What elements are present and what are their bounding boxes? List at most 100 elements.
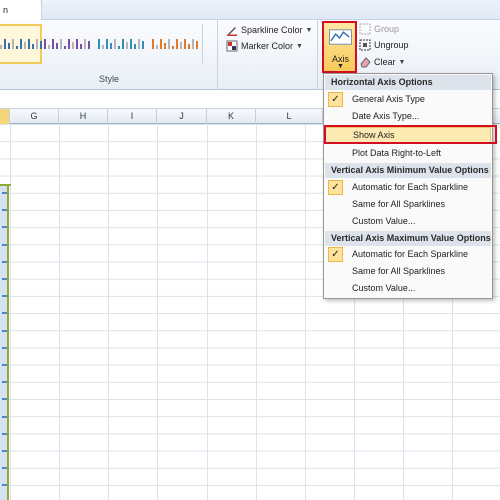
swatch-bar xyxy=(126,42,128,49)
menu-item-vmax-same[interactable]: Same for All Sparklines xyxy=(325,263,491,280)
sparkline-mark xyxy=(2,364,7,366)
menu-item-vmin-custom[interactable]: Custom Value... xyxy=(325,213,491,230)
sparkline-mark xyxy=(2,398,7,401)
menu-header-vertical-min: Vertical Axis Minimum Value Options xyxy=(325,163,491,178)
marker-color-button[interactable]: Marker Color ▼ xyxy=(226,39,303,53)
column-header-j[interactable]: J xyxy=(157,109,207,124)
menu-item-label: Plot Data Right-to-Left xyxy=(352,148,442,158)
column-header-selected[interactable] xyxy=(0,109,10,124)
sparkline-mark xyxy=(2,192,7,194)
sparkline-mark xyxy=(2,278,7,280)
checkmark-icon: ✓ xyxy=(328,180,343,195)
column-header-k[interactable]: K xyxy=(207,109,256,124)
swatch-bar xyxy=(60,39,62,49)
swatch-bar xyxy=(40,41,42,49)
swatch-bar xyxy=(28,39,30,49)
grid-line xyxy=(10,124,11,500)
swatch-bar xyxy=(114,39,116,49)
menu-item-plot-right-to-left[interactable]: Plot Data Right-to-Left xyxy=(325,145,491,162)
ribbon-tab-strip: n xyxy=(0,0,500,21)
swatch-bar xyxy=(196,41,198,49)
grid-line xyxy=(59,124,60,500)
swatch-bar xyxy=(64,46,66,49)
swatch-bar xyxy=(68,39,70,49)
swatch-bar xyxy=(172,46,174,49)
swatch-bar xyxy=(44,39,46,49)
tab-design[interactable]: n xyxy=(0,0,42,21)
clear-button[interactable]: Clear ▼ xyxy=(359,55,405,69)
swatch-bar xyxy=(164,43,166,49)
swatch-bar xyxy=(8,43,10,49)
style-swatch-4[interactable] xyxy=(152,24,198,64)
marker-color-label: Marker Color xyxy=(241,41,294,51)
sparkline-mark xyxy=(2,295,7,298)
sparkline-mark xyxy=(2,226,7,229)
swatch-bar xyxy=(168,39,170,49)
grid-line xyxy=(207,124,208,500)
swatch-bar xyxy=(48,45,50,49)
swatch-bar xyxy=(32,44,34,49)
sparkline-mark xyxy=(2,415,7,418)
column-header-l[interactable]: L xyxy=(256,109,323,124)
chevron-down-icon: ▼ xyxy=(305,26,313,34)
clear-label: Clear xyxy=(374,57,396,67)
swatch-bar xyxy=(76,39,78,49)
eraser-icon xyxy=(360,57,371,68)
column-header-h[interactable]: H xyxy=(59,109,108,124)
style-group-label: Style xyxy=(98,74,119,84)
show-axis-red-highlight xyxy=(324,125,497,144)
selected-sparkline-range[interactable] xyxy=(0,184,9,500)
column-header-i[interactable]: I xyxy=(108,109,157,124)
swatch-bar xyxy=(36,39,38,49)
sparkline-mark xyxy=(2,243,7,246)
swatch-bar xyxy=(176,39,178,49)
ungroup-button[interactable]: Ungroup xyxy=(359,38,409,52)
sparkline-mark xyxy=(2,209,7,212)
column-header-g[interactable]: G xyxy=(10,109,59,124)
sparkline-mark xyxy=(2,312,7,315)
swatch-bar xyxy=(106,39,108,49)
style-swatch-2[interactable] xyxy=(44,24,90,64)
ungroup-label: Ungroup xyxy=(374,40,409,50)
swatch-bar xyxy=(160,39,162,49)
sparkline-mark xyxy=(2,346,7,349)
swatch-bar xyxy=(80,44,82,49)
sparkline-mark xyxy=(2,432,7,435)
menu-item-vmin-same[interactable]: Same for All Sparklines xyxy=(325,196,491,213)
tab-label: n xyxy=(3,5,9,15)
chevron-down-icon: ▼ xyxy=(296,42,303,50)
menu-item-label: Custom Value... xyxy=(352,216,416,226)
swatch-bar xyxy=(142,41,144,49)
swatch-bar xyxy=(98,39,100,49)
group-label: Group xyxy=(374,24,400,34)
grid-line xyxy=(157,124,158,500)
sparkline-color-button[interactable]: Sparkline Color ▼ xyxy=(226,23,312,37)
group-icon xyxy=(359,23,371,35)
style-swatch-1[interactable] xyxy=(0,24,42,64)
style-swatch-3[interactable] xyxy=(98,24,144,64)
selection-border xyxy=(0,184,11,186)
swatch-bar xyxy=(188,44,190,49)
menu-item-general-axis-type[interactable]: ✓ General Axis Type xyxy=(325,91,491,108)
sparkline-mark xyxy=(2,329,7,332)
swatch-bar xyxy=(184,39,186,49)
menu-item-date-axis-type[interactable]: Date Axis Type... xyxy=(325,108,491,125)
grid-line xyxy=(256,124,257,500)
sparkline-mark xyxy=(2,484,7,487)
menu-item-label: Same for All Sparklines xyxy=(352,199,446,209)
swatch-bar xyxy=(138,39,140,49)
swatch-bar xyxy=(4,39,6,49)
swatch-bar xyxy=(118,46,120,49)
swatch-bar xyxy=(134,44,136,49)
sparkline-mark xyxy=(2,260,7,263)
gallery-scroll[interactable] xyxy=(202,24,212,64)
swatch-bar xyxy=(102,45,104,49)
group-button[interactable]: Group xyxy=(359,22,399,36)
swatch-bar xyxy=(122,39,124,49)
menu-item-vmax-auto[interactable]: ✓ Automatic for Each Sparkline xyxy=(325,246,491,263)
swatch-bar xyxy=(88,41,90,49)
menu-item-vmax-custom[interactable]: Custom Value... xyxy=(325,280,491,297)
menu-item-vmin-auto[interactable]: ✓ Automatic for Each Sparkline xyxy=(325,179,491,196)
menu-item-label: Automatic for Each Sparkline xyxy=(352,182,469,192)
sparkline-mark xyxy=(2,381,7,384)
